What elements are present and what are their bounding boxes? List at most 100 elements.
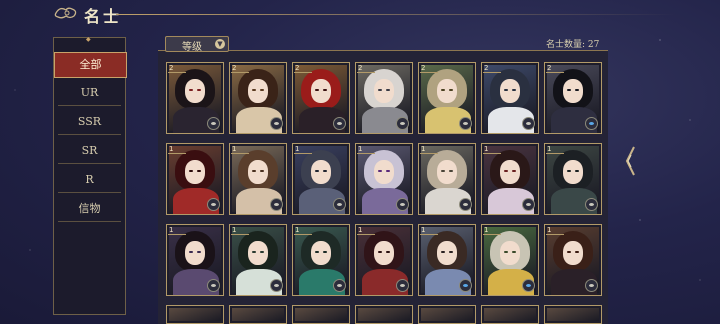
portrait-eye — [315, 170, 319, 172]
character-card[interactable]: 2 — [418, 62, 476, 134]
character-card[interactable]: 1 — [166, 143, 224, 215]
portrait-eye — [323, 170, 327, 172]
view-eye-icon[interactable] — [333, 198, 346, 211]
sidebar-item-sr[interactable]: SR — [58, 139, 121, 164]
sort-filter-dropdown[interactable]: 等级 ▼ — [165, 36, 229, 53]
character-card[interactable]: 1 — [544, 143, 602, 215]
portrait-eye — [189, 89, 193, 91]
sidebar-item-tokens[interactable]: 信物 — [58, 197, 121, 222]
character-card[interactable]: 1 — [355, 224, 413, 296]
rank-tag: 2 — [421, 64, 426, 72]
character-card[interactable]: 2 — [166, 62, 224, 134]
rank-tag: 1 — [358, 226, 363, 234]
card-background — [169, 308, 221, 321]
character-card-partial[interactable] — [355, 305, 413, 324]
character-card[interactable]: 1 — [292, 143, 350, 215]
portrait-eye — [504, 170, 508, 172]
sidebar-item-r[interactable]: R — [58, 168, 121, 193]
sidebar-ornament-icon: ◆ — [86, 36, 91, 43]
portrait-eye — [575, 170, 579, 172]
character-card[interactable]: 2 — [481, 62, 539, 134]
portrait-eye — [504, 89, 508, 91]
portrait-face — [563, 79, 583, 103]
view-eye-icon[interactable] — [333, 279, 346, 292]
view-eye-icon[interactable] — [270, 198, 283, 211]
page-title: 名士 — [84, 7, 123, 26]
portrait-face — [311, 241, 331, 265]
character-card[interactable]: 1 — [481, 224, 539, 296]
portrait-eye — [567, 251, 571, 253]
character-card[interactable]: 2 — [355, 62, 413, 134]
character-card[interactable]: 1 — [355, 143, 413, 215]
portrait-eye — [449, 251, 453, 253]
card-background — [547, 308, 599, 321]
view-eye-icon[interactable] — [585, 279, 598, 292]
card-background — [232, 308, 284, 321]
character-card-partial[interactable] — [544, 305, 602, 324]
portrait-eye — [323, 251, 327, 253]
character-card[interactable]: 2 — [292, 62, 350, 134]
view-eye-icon[interactable] — [459, 279, 472, 292]
character-card[interactable]: 1 — [292, 224, 350, 296]
character-card-partial[interactable] — [229, 305, 287, 324]
sidebar-item-all[interactable]: 全部 — [54, 52, 127, 78]
character-card[interactable]: 1 — [418, 224, 476, 296]
sidebar-item-ssr[interactable]: SSR — [58, 110, 121, 135]
view-eye-icon[interactable] — [396, 198, 409, 211]
view-eye-icon[interactable] — [522, 117, 535, 130]
portrait-face — [374, 79, 394, 103]
view-eye-icon[interactable] — [207, 279, 220, 292]
portrait-eye — [189, 170, 193, 172]
rank-tag: 2 — [169, 64, 174, 72]
portrait-eye — [449, 89, 453, 91]
view-eye-icon[interactable] — [396, 279, 409, 292]
portrait-eye — [260, 170, 264, 172]
rank-tag: 1 — [169, 145, 174, 153]
portrait-face — [311, 160, 331, 184]
character-card[interactable]: 1 — [229, 143, 287, 215]
portrait-face — [563, 241, 583, 265]
sidebar-item-ur[interactable]: UR — [58, 81, 121, 106]
view-eye-icon[interactable] — [207, 117, 220, 130]
character-card-partial[interactable] — [481, 305, 539, 324]
character-card-partial[interactable] — [292, 305, 350, 324]
top-bar: 名士 — [0, 0, 720, 30]
portrait-eye — [197, 89, 201, 91]
rank-tag: 1 — [169, 226, 174, 234]
character-card[interactable]: 2 — [229, 62, 287, 134]
chevron-down-icon: ▼ — [215, 39, 225, 49]
character-card[interactable]: 1 — [229, 224, 287, 296]
character-card[interactable]: 1 — [544, 224, 602, 296]
portrait-eye — [252, 170, 256, 172]
view-eye-icon[interactable] — [522, 279, 535, 292]
view-eye-icon[interactable] — [270, 117, 283, 130]
view-eye-icon[interactable] — [459, 117, 472, 130]
view-eye-icon[interactable] — [522, 198, 535, 211]
rank-tag: 1 — [232, 226, 237, 234]
character-card[interactable]: 1 — [418, 143, 476, 215]
character-card[interactable]: 1 — [481, 143, 539, 215]
view-eye-icon[interactable] — [207, 198, 220, 211]
portrait-eye — [567, 170, 571, 172]
portrait-face — [248, 241, 268, 265]
sort-filter-label: 等级 — [182, 42, 202, 53]
character-card[interactable]: 1 — [166, 224, 224, 296]
rank-tag: 1 — [421, 145, 426, 153]
view-eye-icon[interactable] — [333, 117, 346, 130]
view-eye-icon[interactable] — [585, 117, 598, 130]
portrait-eye — [386, 89, 390, 91]
portrait-face — [374, 241, 394, 265]
view-eye-icon[interactable] — [585, 198, 598, 211]
portrait-eye — [449, 170, 453, 172]
character-card-partial[interactable] — [166, 305, 224, 324]
view-eye-icon[interactable] — [459, 198, 472, 211]
portrait-eye — [315, 251, 319, 253]
portrait-face — [374, 160, 394, 184]
view-eye-icon[interactable] — [270, 279, 283, 292]
character-card-partial[interactable] — [418, 305, 476, 324]
view-eye-icon[interactable] — [396, 117, 409, 130]
character-card[interactable]: 2 — [544, 62, 602, 134]
portrait-eye — [567, 89, 571, 91]
expand-arrow-icon[interactable] — [624, 145, 636, 177]
portrait-eye — [512, 170, 516, 172]
